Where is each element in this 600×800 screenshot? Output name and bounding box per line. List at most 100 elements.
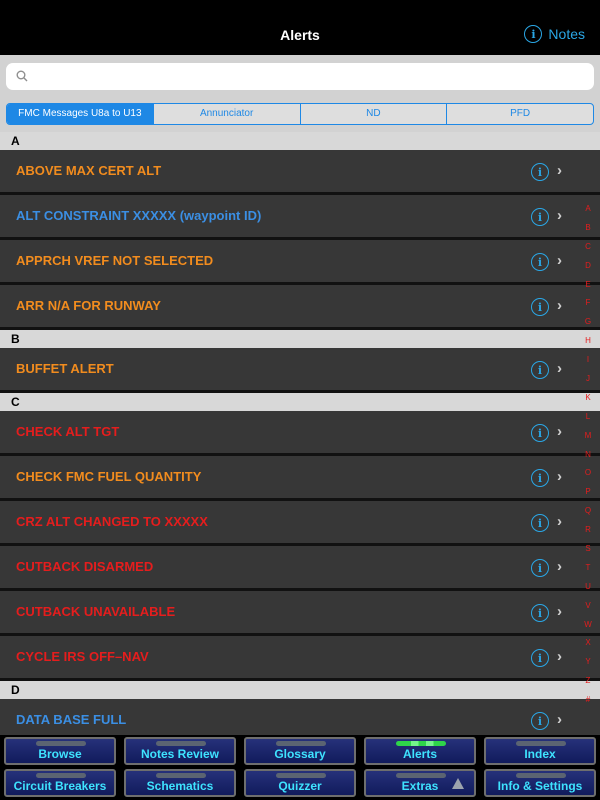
alert-label: CYCLE IRS OFF–NAV xyxy=(16,649,149,664)
search-bar xyxy=(0,55,600,97)
info-icon[interactable]: i xyxy=(531,649,549,667)
tab-label: Glossary xyxy=(274,747,326,761)
segment-annunciator[interactable]: Annunciator xyxy=(154,104,301,124)
info-icon[interactable]: i xyxy=(531,469,549,487)
info-icon[interactable]: i xyxy=(531,361,549,379)
index-letter[interactable]: C xyxy=(582,238,594,257)
tab-circuit-breakers[interactable]: Circuit Breakers xyxy=(4,769,116,797)
index-letter[interactable]: X xyxy=(582,634,594,653)
tab-indicator-light xyxy=(396,773,446,778)
tab-label: Quizzer xyxy=(278,779,322,793)
index-letter[interactable]: M xyxy=(582,427,594,446)
index-letter[interactable]: B xyxy=(582,219,594,238)
tab-label: Index xyxy=(524,747,556,761)
tab-browse[interactable]: Browse xyxy=(4,737,116,765)
segment-pfd[interactable]: PFD xyxy=(447,104,593,124)
tab-label: Notes Review xyxy=(140,747,220,761)
index-letter[interactable]: P xyxy=(582,483,594,502)
tab-alerts[interactable]: Alerts xyxy=(364,737,476,765)
chevron-right-icon: › xyxy=(557,711,562,728)
index-letter[interactable]: L xyxy=(582,408,594,427)
index-letter[interactable]: # xyxy=(582,691,594,710)
chevron-right-icon: › xyxy=(557,297,562,314)
index-letter[interactable]: J xyxy=(582,370,594,389)
tab-indicator-light xyxy=(36,741,86,746)
section-index[interactable]: A B C D E F G H I J K L M N O P Q R S T U V W X Y Z # xyxy=(582,200,594,710)
tab-quizzer[interactable]: Quizzer xyxy=(244,769,356,797)
alert-label: APPRCH VREF NOT SELECTED xyxy=(16,253,214,268)
list-item[interactable]: ABOVE MAX CERT ALT i › xyxy=(0,150,600,192)
tab-label: Browse xyxy=(38,747,82,761)
index-letter[interactable]: W xyxy=(582,616,594,635)
info-icon[interactable]: i xyxy=(531,163,549,181)
segmented-control: FMC Messages U8a to U13 Annunciator ND P… xyxy=(6,103,594,125)
index-letter[interactable]: I xyxy=(582,351,594,370)
search-input[interactable] xyxy=(6,63,594,90)
chevron-right-icon: › xyxy=(557,513,562,530)
alert-label: CHECK ALT TGT xyxy=(16,424,120,439)
tab-glossary[interactable]: Glossary xyxy=(244,737,356,765)
list-item[interactable]: CHECK FMC FUEL QUANTITY i › xyxy=(0,456,600,498)
chevron-right-icon: › xyxy=(557,360,562,377)
index-letter[interactable]: N xyxy=(582,446,594,465)
info-icon[interactable]: i xyxy=(531,253,549,271)
index-letter[interactable]: O xyxy=(582,464,594,483)
list-item[interactable]: CUTBACK DISARMED i › xyxy=(0,546,600,588)
list-item[interactable]: CUTBACK UNAVAILABLE i › xyxy=(0,591,600,633)
info-icon[interactable]: i xyxy=(531,604,549,622)
notes-button[interactable]: i Notes xyxy=(524,25,585,43)
section-header: A xyxy=(0,132,600,150)
index-letter[interactable]: V xyxy=(582,597,594,616)
index-letter[interactable]: K xyxy=(582,389,594,408)
info-icon[interactable]: i xyxy=(531,208,549,226)
info-icon[interactable]: i xyxy=(531,424,549,442)
alert-label: CHECK FMC FUEL QUANTITY xyxy=(16,469,202,484)
segment-bar: FMC Messages U8a to U13 Annunciator ND P… xyxy=(0,97,600,132)
index-letter[interactable]: Z xyxy=(582,672,594,691)
index-letter[interactable]: T xyxy=(582,559,594,578)
list-item[interactable]: CHECK ALT TGT i › xyxy=(0,411,600,453)
info-icon[interactable]: i xyxy=(531,298,549,316)
tab-info-settings[interactable]: Info & Settings xyxy=(484,769,596,797)
navigation-bar: Alerts i Notes xyxy=(0,0,600,55)
segment-nd[interactable]: ND xyxy=(301,104,448,124)
index-letter[interactable]: F xyxy=(582,294,594,313)
tab-indicator-light xyxy=(516,741,566,746)
chevron-right-icon: › xyxy=(557,648,562,665)
index-letter[interactable]: S xyxy=(582,540,594,559)
list-item[interactable]: DATA BASE FULL i › xyxy=(0,699,600,735)
chevron-right-icon: › xyxy=(557,252,562,269)
tab-index[interactable]: Index xyxy=(484,737,596,765)
index-letter[interactable]: A xyxy=(582,200,594,219)
index-letter[interactable]: U xyxy=(582,578,594,597)
index-letter[interactable]: R xyxy=(582,521,594,540)
alert-label: CUTBACK DISARMED xyxy=(16,559,154,574)
tab-notes-review[interactable]: Notes Review xyxy=(124,737,236,765)
segment-fmc-messages[interactable]: FMC Messages U8a to U13 xyxy=(7,104,154,124)
list-item[interactable]: BUFFET ALERT i › xyxy=(0,348,600,390)
tab-indicator-light xyxy=(516,773,566,778)
tab-schematics[interactable]: Schematics xyxy=(124,769,236,797)
notes-label: Notes xyxy=(548,26,585,42)
index-letter[interactable]: E xyxy=(582,276,594,295)
chevron-right-icon: › xyxy=(557,423,562,440)
index-letter[interactable]: H xyxy=(582,332,594,351)
alert-label: BUFFET ALERT xyxy=(16,361,114,376)
info-icon[interactable]: i xyxy=(531,559,549,577)
list-item[interactable]: APPRCH VREF NOT SELECTED i › xyxy=(0,240,600,282)
tab-label: Circuit Breakers xyxy=(13,779,107,793)
index-letter[interactable]: Y xyxy=(582,653,594,672)
search-icon xyxy=(16,70,28,82)
tab-indicator-light xyxy=(276,773,326,778)
info-icon[interactable]: i xyxy=(531,712,549,730)
index-letter[interactable]: Q xyxy=(582,502,594,521)
list-item[interactable]: ALT CONSTRAINT XXXXX (waypoint ID) i › xyxy=(0,195,600,237)
list-item[interactable]: CRZ ALT CHANGED TO XXXXX i › xyxy=(0,501,600,543)
list-item[interactable]: CYCLE IRS OFF–NAV i › xyxy=(0,636,600,678)
index-letter[interactable]: D xyxy=(582,257,594,276)
info-icon[interactable]: i xyxy=(531,514,549,532)
chevron-right-icon: › xyxy=(557,468,562,485)
list-item[interactable]: ARR N/A FOR RUNWAY i › xyxy=(0,285,600,327)
index-letter[interactable]: G xyxy=(582,313,594,332)
tab-extras[interactable]: Extras xyxy=(364,769,476,797)
